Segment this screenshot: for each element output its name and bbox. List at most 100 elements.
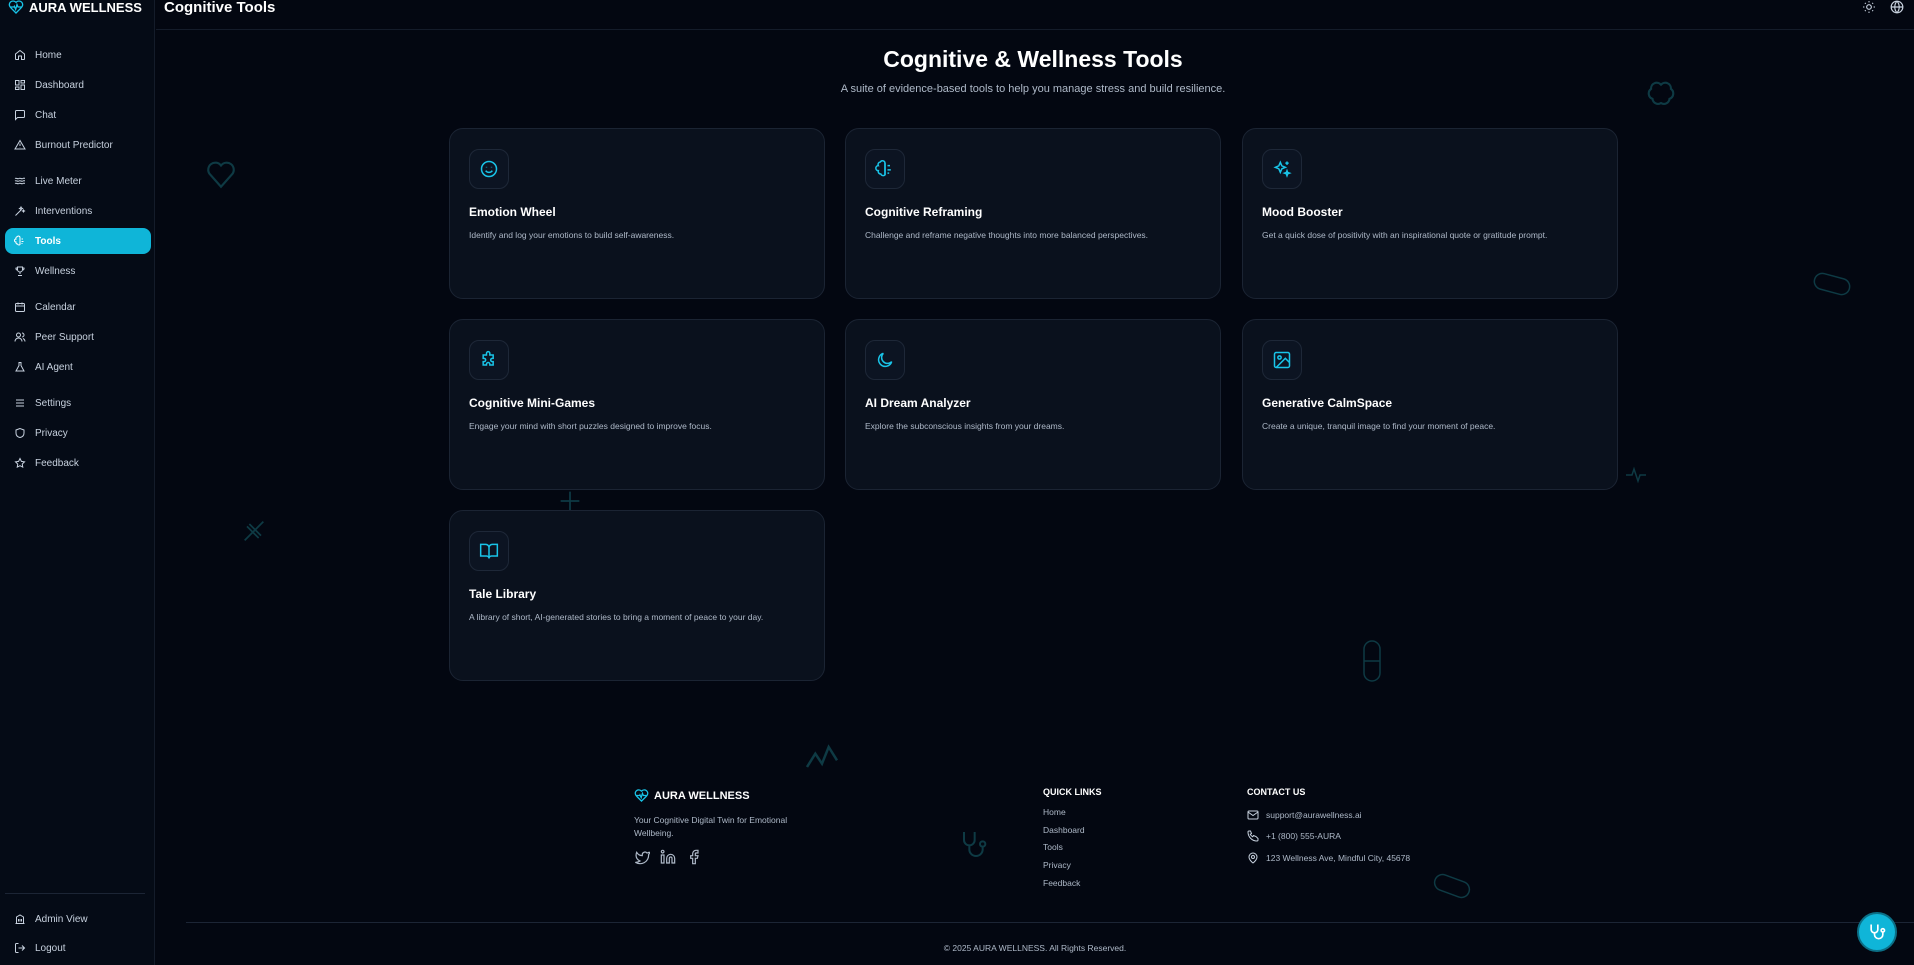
pill-decoration-icon xyxy=(1813,272,1851,296)
trophy-icon xyxy=(15,266,25,276)
sidebar-item-label: Logout xyxy=(35,942,66,954)
sidebar-item-logout[interactable]: Logout xyxy=(5,935,145,961)
sidebar-item-label: Privacy xyxy=(35,427,68,439)
calendar-icon xyxy=(15,302,25,312)
puzzle-icon xyxy=(469,340,509,380)
tool-card-title: Cognitive Mini-Games xyxy=(469,396,596,410)
sidebar-item-wellness[interactable]: Wellness xyxy=(5,258,151,284)
map-pin-icon xyxy=(1248,852,1258,864)
tool-card-description: Explore the subconscious insights from y… xyxy=(865,421,1065,431)
contact-phone[interactable]: +1 (800) 555-AURA xyxy=(1247,826,1410,848)
sidebar: AURA WELLNESS Home Dashboard Chat Burnou… xyxy=(0,0,155,965)
sidebar-item-interventions[interactable]: Interventions xyxy=(5,198,151,224)
footer-link-privacy[interactable]: Privacy xyxy=(1043,860,1085,878)
tool-card-title: Emotion Wheel xyxy=(469,205,556,219)
sidebar-item-live-meter[interactable]: Live Meter xyxy=(5,168,151,194)
globe-icon[interactable] xyxy=(1890,0,1904,14)
tool-card-generative-calmspace[interactable]: Generative CalmSpace Create a unique, tr… xyxy=(1242,319,1618,490)
footer-brand[interactable]: AURA WELLNESS xyxy=(634,788,750,803)
tool-card-tale-library[interactable]: Tale Library A library of short, AI-gene… xyxy=(449,510,825,681)
tool-card-description: Engage your mind with short puzzles desi… xyxy=(469,421,712,431)
contact-email[interactable]: support@aurawellness.ai xyxy=(1247,804,1410,826)
home-icon xyxy=(15,49,25,60)
tool-card-emotion-wheel[interactable]: Emotion Wheel Identify and log your emot… xyxy=(449,128,825,299)
sidebar-item-peer-support[interactable]: Peer Support xyxy=(5,324,151,350)
tool-card-mood-booster[interactable]: Mood Booster Get a quick dose of positiv… xyxy=(1242,128,1618,299)
building-icon xyxy=(15,914,25,924)
page-title: Cognitive & Wellness Tools xyxy=(883,46,1183,72)
shield-icon xyxy=(15,427,25,439)
sidebar-item-label: Feedback xyxy=(35,457,79,469)
footer-brand-name: AURA WELLNESS xyxy=(654,789,750,802)
contact-heading: CONTACT US xyxy=(1247,787,1306,797)
tool-card-cognitive-reframing[interactable]: Cognitive Reframing Challenge and refram… xyxy=(845,128,1221,299)
footer-tagline: Your Cognitive Digital Twin for Emotiona… xyxy=(634,815,788,838)
footer-link-dashboard[interactable]: Dashboard xyxy=(1043,825,1085,843)
sidebar-item-label: Wellness xyxy=(35,265,76,277)
tool-card-ai-dream-analyzer[interactable]: AI Dream Analyzer Explore the subconscio… xyxy=(845,319,1221,490)
sun-icon[interactable] xyxy=(1862,0,1876,14)
footer-divider xyxy=(186,922,1914,923)
stethoscope-icon xyxy=(1870,924,1886,940)
users-icon xyxy=(14,332,26,342)
assistant-fab-button[interactable] xyxy=(1857,912,1897,952)
brand-logo[interactable]: AURA WELLNESS xyxy=(8,0,142,15)
sidebar-item-tools[interactable]: Tools xyxy=(5,228,151,254)
sidebar-item-label: Peer Support xyxy=(35,331,94,343)
sparkles-icon xyxy=(1262,149,1302,189)
footer-social-links xyxy=(634,849,702,865)
heart-decoration-icon xyxy=(207,161,235,189)
heart-pulse-icon xyxy=(8,0,24,14)
tool-card-title: Mood Booster xyxy=(1262,205,1343,219)
sidebar-item-label: Tools xyxy=(35,235,61,247)
page-header-title: Cognitive Tools xyxy=(164,0,276,16)
pill-decoration-icon xyxy=(1433,873,1471,899)
footer-link-home[interactable]: Home xyxy=(1043,807,1085,825)
moon-icon xyxy=(865,340,905,380)
sidebar-item-label: Admin View xyxy=(35,913,88,925)
tool-card-description: Identify and log your emotions to build … xyxy=(469,230,675,240)
sparkles-icon xyxy=(15,205,26,216)
sidebar-item-label: AI Agent xyxy=(35,361,73,373)
linkedin-icon[interactable] xyxy=(660,849,676,865)
sidebar-item-calendar[interactable]: Calendar xyxy=(5,294,151,320)
sidebar-item-privacy[interactable]: Privacy xyxy=(5,420,151,446)
sidebar-item-home[interactable]: Home xyxy=(5,42,151,68)
tool-card-cognitive-mini-games[interactable]: Cognitive Mini-Games Engage your mind wi… xyxy=(449,319,825,490)
app-root: AURA WELLNESS Home Dashboard Chat Burnou… xyxy=(0,0,1914,965)
waves-icon xyxy=(14,177,26,185)
sidebar-item-label: Home xyxy=(35,49,62,61)
contact-list: support@aurawellness.ai +1 (800) 555-AUR… xyxy=(1247,804,1410,869)
copyright: © 2025 AURA WELLNESS. All Rights Reserve… xyxy=(943,943,1127,953)
brain-icon xyxy=(865,149,905,189)
logout-icon xyxy=(15,943,26,953)
sidebar-item-settings[interactable]: Settings xyxy=(5,390,151,416)
facebook-icon[interactable] xyxy=(686,849,702,865)
tool-card-description: A library of short, AI-generated stories… xyxy=(469,612,764,622)
contact-address: 123 Wellness Ave, Mindful City, 45678 xyxy=(1247,847,1410,869)
sidebar-nav: Home Dashboard Chat Burnout Predictor Li… xyxy=(5,42,151,480)
quick-links-list: Home Dashboard Tools Privacy Feedback xyxy=(1043,807,1085,895)
tool-card-title: Generative CalmSpace xyxy=(1262,396,1393,410)
sidebar-item-admin-view[interactable]: Admin View xyxy=(5,906,145,932)
grid-icon xyxy=(15,80,25,90)
sidebar-item-label: Live Meter xyxy=(35,175,82,187)
footer-link-tools[interactable]: Tools xyxy=(1043,842,1085,860)
tool-card-description: Challenge and reframe negative thoughts … xyxy=(865,230,1149,240)
sidebar-item-burnout-predictor[interactable]: Burnout Predictor xyxy=(5,132,151,158)
pill-decoration-icon xyxy=(1363,640,1381,682)
header-actions xyxy=(1862,0,1904,14)
sidebar-item-dashboard[interactable]: Dashboard xyxy=(5,72,151,98)
twitter-icon[interactable] xyxy=(634,849,650,865)
chat-icon xyxy=(15,110,25,121)
heart-pulse-icon xyxy=(634,789,649,803)
flask-icon xyxy=(15,362,25,372)
tool-card-title: Tale Library xyxy=(469,587,537,601)
sidebar-item-chat[interactable]: Chat xyxy=(5,102,151,128)
sidebar-item-feedback[interactable]: Feedback xyxy=(5,450,151,476)
sidebar-item-ai-agent[interactable]: AI Agent xyxy=(5,354,151,380)
book-icon xyxy=(469,531,509,571)
brand-name: AURA WELLNESS xyxy=(29,0,142,15)
footer-link-feedback[interactable]: Feedback xyxy=(1043,878,1085,896)
quick-links-heading: QUICK LINKS xyxy=(1043,787,1102,797)
